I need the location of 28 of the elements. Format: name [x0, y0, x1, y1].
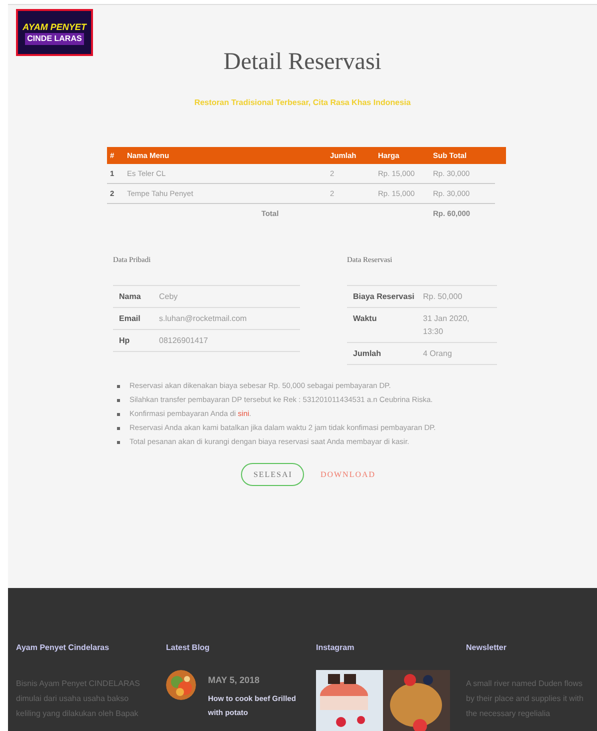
footer-heading: Latest Blog [166, 642, 211, 654]
tagline: Restoran Tradisional Terbesar, Cita Rasa Khas Indonesia [194, 97, 411, 109]
bullet-icon [116, 427, 120, 430]
bullet-icon [116, 399, 120, 402]
field-value: Ceby [159, 291, 179, 304]
field-value: Rp. 50,000 [423, 291, 464, 304]
post-date: MAY 5, 2018 [208, 674, 261, 687]
footer-heading: Ayam Penyet Cindelaras [16, 642, 110, 654]
field-value: 31 Jan 2020, 13:30 [423, 313, 470, 338]
footer-heading: Instagram [316, 642, 356, 654]
download-button[interactable]: DOWNLOAD [320, 463, 376, 486]
bullet-icon [116, 441, 120, 444]
field-label: Nama [119, 291, 142, 304]
bullet-icon [116, 385, 120, 388]
field-label: Jumlah [353, 348, 382, 360]
field-label: Biaya Reservasi [353, 291, 416, 304]
page-title: Detail Reservasi [224, 48, 382, 77]
logo-text: AYAM PENYET [22, 20, 86, 32]
field-value: s.luhan@rocketmail.com [159, 313, 248, 326]
bullet-icon [116, 413, 120, 416]
field-label: Hp [119, 335, 131, 348]
logo-text: CINDE LARAS [25, 32, 84, 44]
finish-button[interactable]: SELESAI [241, 463, 304, 486]
footer-heading: Newsletter [466, 642, 508, 654]
field-label: Waktu [353, 313, 378, 326]
field-value: 08126901417 [159, 335, 209, 348]
field-label: Email [119, 313, 142, 326]
field-value: 4 Orang [423, 348, 453, 360]
